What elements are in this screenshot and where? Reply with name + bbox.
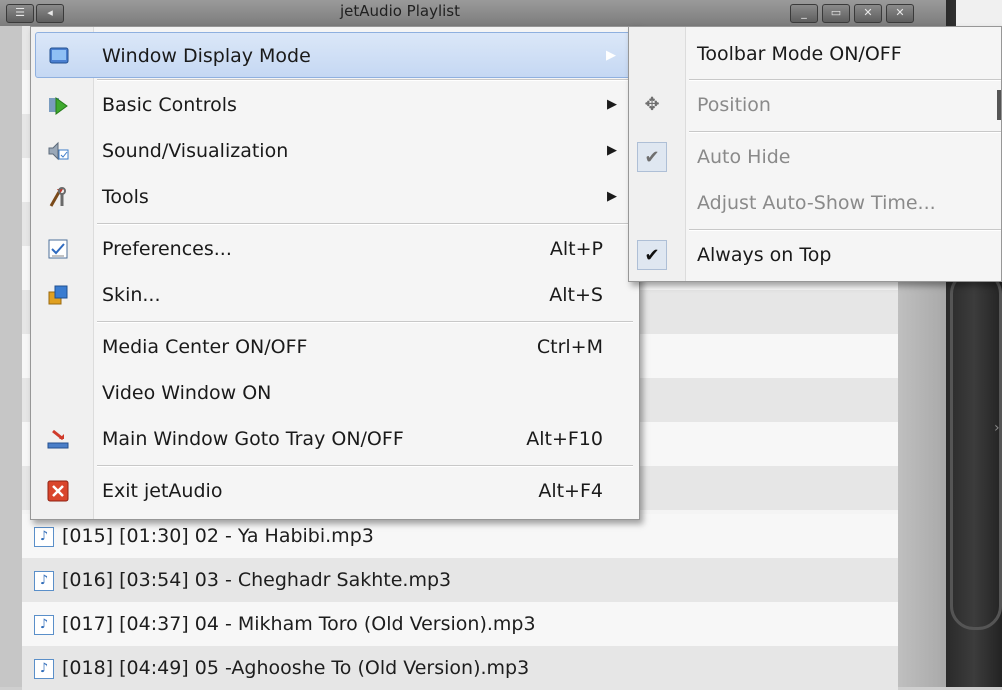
menu-item-shortcut: Alt+F10: [526, 428, 603, 450]
audio-file-icon: ♪: [34, 570, 54, 591]
menu-item-label: Skin...: [102, 284, 161, 306]
menu-item-label: Window Display Mode: [102, 45, 311, 67]
submenu-arrow-icon: ▶: [606, 48, 616, 63]
submenu-arrow-icon: ▶: [607, 143, 617, 158]
checkmark-icon: ✔: [637, 142, 667, 172]
menu-item-label: Basic Controls: [102, 94, 237, 116]
minimize-button[interactable]: _: [790, 4, 818, 23]
menu-item-preferences[interactable]: Preferences... Alt+P: [31, 226, 639, 272]
table-row[interactable]: ♪ [017] [04:37] 04 - Mikham Toro (Old Ver…: [22, 602, 898, 646]
menu-item-exit[interactable]: Exit jetAudio Alt+F4: [31, 468, 639, 514]
speaker-icon: [47, 140, 69, 162]
menu-item-label: Preferences...: [102, 238, 232, 260]
audio-file-icon: ♪: [34, 526, 54, 547]
left-rail: [0, 26, 23, 687]
menu-item-label: Position: [697, 94, 771, 116]
menu-item-label: Media Center ON/OFF: [102, 336, 308, 358]
context-menu: Window Display Mode ▶ Basic Controls ▶ S…: [30, 26, 640, 520]
menu-item-video-window[interactable]: Video Window ON: [31, 370, 639, 416]
menu-item-auto-show-time[interactable]: Adjust Auto-Show Time...: [629, 180, 1001, 226]
menu-item-label: Sound/Visualization: [102, 140, 289, 162]
window-title: jetAudio Playlist: [340, 2, 460, 20]
menu-item-label: Tools: [102, 186, 149, 208]
checkmark-icon: ✔: [637, 240, 667, 270]
collapse-button[interactable]: ◂: [36, 4, 64, 23]
menu-item-shortcut: Ctrl+M: [536, 336, 603, 358]
menu-item-skin[interactable]: Skin... Alt+S: [31, 272, 639, 318]
menu-item-toolbar-mode[interactable]: Toolbar Mode ON/OFF: [629, 31, 1001, 77]
menu-item-basic-controls[interactable]: Basic Controls ▶: [31, 82, 639, 128]
audio-file-icon: ♪: [34, 614, 54, 635]
menu-item-window-display-mode[interactable]: Window Display Mode ▶: [35, 32, 635, 78]
menu-item-tools[interactable]: Tools ▶: [31, 174, 639, 220]
close-button[interactable]: ✕: [854, 4, 882, 23]
menu-item-shortcut: Alt+S: [549, 284, 603, 306]
tray-icon: [47, 428, 69, 450]
menu-item-label: Toolbar Mode ON/OFF: [697, 43, 902, 65]
menu-item-sound-visualization[interactable]: Sound/Visualization ▶: [31, 128, 639, 174]
menu-separator: [689, 229, 1001, 231]
window-display-mode-submenu: Toolbar Mode ON/OFF ✥ Position ✔ Auto Hi…: [628, 26, 1002, 282]
menu-item-media-center[interactable]: Media Center ON/OFF Ctrl+M: [31, 324, 639, 370]
menu-item-label: Adjust Auto-Show Time...: [697, 192, 936, 214]
move-icon: ✥: [644, 94, 660, 115]
tools-icon: [47, 186, 69, 208]
menu-item-goto-tray[interactable]: Main Window Goto Tray ON/OFF Alt+F10: [31, 416, 639, 462]
monitor-icon: [48, 45, 70, 67]
audio-file-icon: ♪: [34, 658, 54, 679]
track-text: [017] [04:37] 04 - Mikham Toro (Old Vers…: [62, 613, 536, 635]
play-green-icon: [47, 94, 69, 116]
menu-separator: [689, 131, 1001, 133]
table-row[interactable]: ♪ [018] [04:49] 05 -Aghooshe To (Old Vers…: [22, 646, 898, 690]
menu-separator: [97, 465, 633, 467]
menu-item-always-on-top[interactable]: ✔ Always on Top: [629, 232, 1001, 278]
menu-item-shortcut: Alt+P: [549, 238, 603, 260]
skin-icon: [47, 284, 69, 306]
track-text: [018] [04:49] 05 -Aghooshe To (Old Versi…: [62, 657, 530, 679]
title-bar: ☰ ◂ jetAudio Playlist _ ▭ ✕ ✕: [0, 0, 946, 27]
menu-item-label: Always on Top: [697, 244, 832, 266]
submenu-arrow-icon: ▶: [607, 97, 617, 112]
system-menu-button[interactable]: ☰: [6, 4, 34, 23]
menu-item-position[interactable]: ✥ Position: [629, 82, 1001, 128]
close-alt-button[interactable]: ✕: [886, 4, 914, 23]
menu-item-shortcut: Alt+F4: [538, 480, 603, 502]
menu-separator: [97, 79, 633, 81]
menu-separator: [97, 223, 633, 225]
panel-arrow-icon[interactable]: ›: [994, 420, 1000, 436]
menu-item-label: Main Window Goto Tray ON/OFF: [102, 428, 404, 450]
menu-item-label: Video Window ON: [102, 382, 272, 404]
track-text: [016] [03:54] 03 - Cheghadr Sakhte.mp3: [62, 569, 452, 591]
track-text: [015] [01:30] 02 - Ya Habibi.mp3: [62, 525, 374, 547]
exit-icon: [47, 480, 69, 502]
checklist-icon: [47, 238, 69, 260]
menu-item-auto-hide[interactable]: ✔ Auto Hide: [629, 134, 1001, 180]
menu-separator: [689, 79, 1001, 81]
table-row[interactable]: ♪ [016] [03:54] 03 - Cheghadr Sakhte.mp3: [22, 558, 898, 602]
menu-item-label: Exit jetAudio: [102, 480, 223, 502]
submenu-arrow-icon: ▶: [607, 189, 617, 204]
maximize-button[interactable]: ▭: [822, 4, 850, 23]
menu-separator: [97, 321, 633, 323]
panel-frame: [950, 270, 1002, 630]
table-row[interactable]: ♪ [015] [01:30] 02 - Ya Habibi.mp3: [22, 514, 898, 558]
menu-item-label: Auto Hide: [697, 146, 791, 168]
